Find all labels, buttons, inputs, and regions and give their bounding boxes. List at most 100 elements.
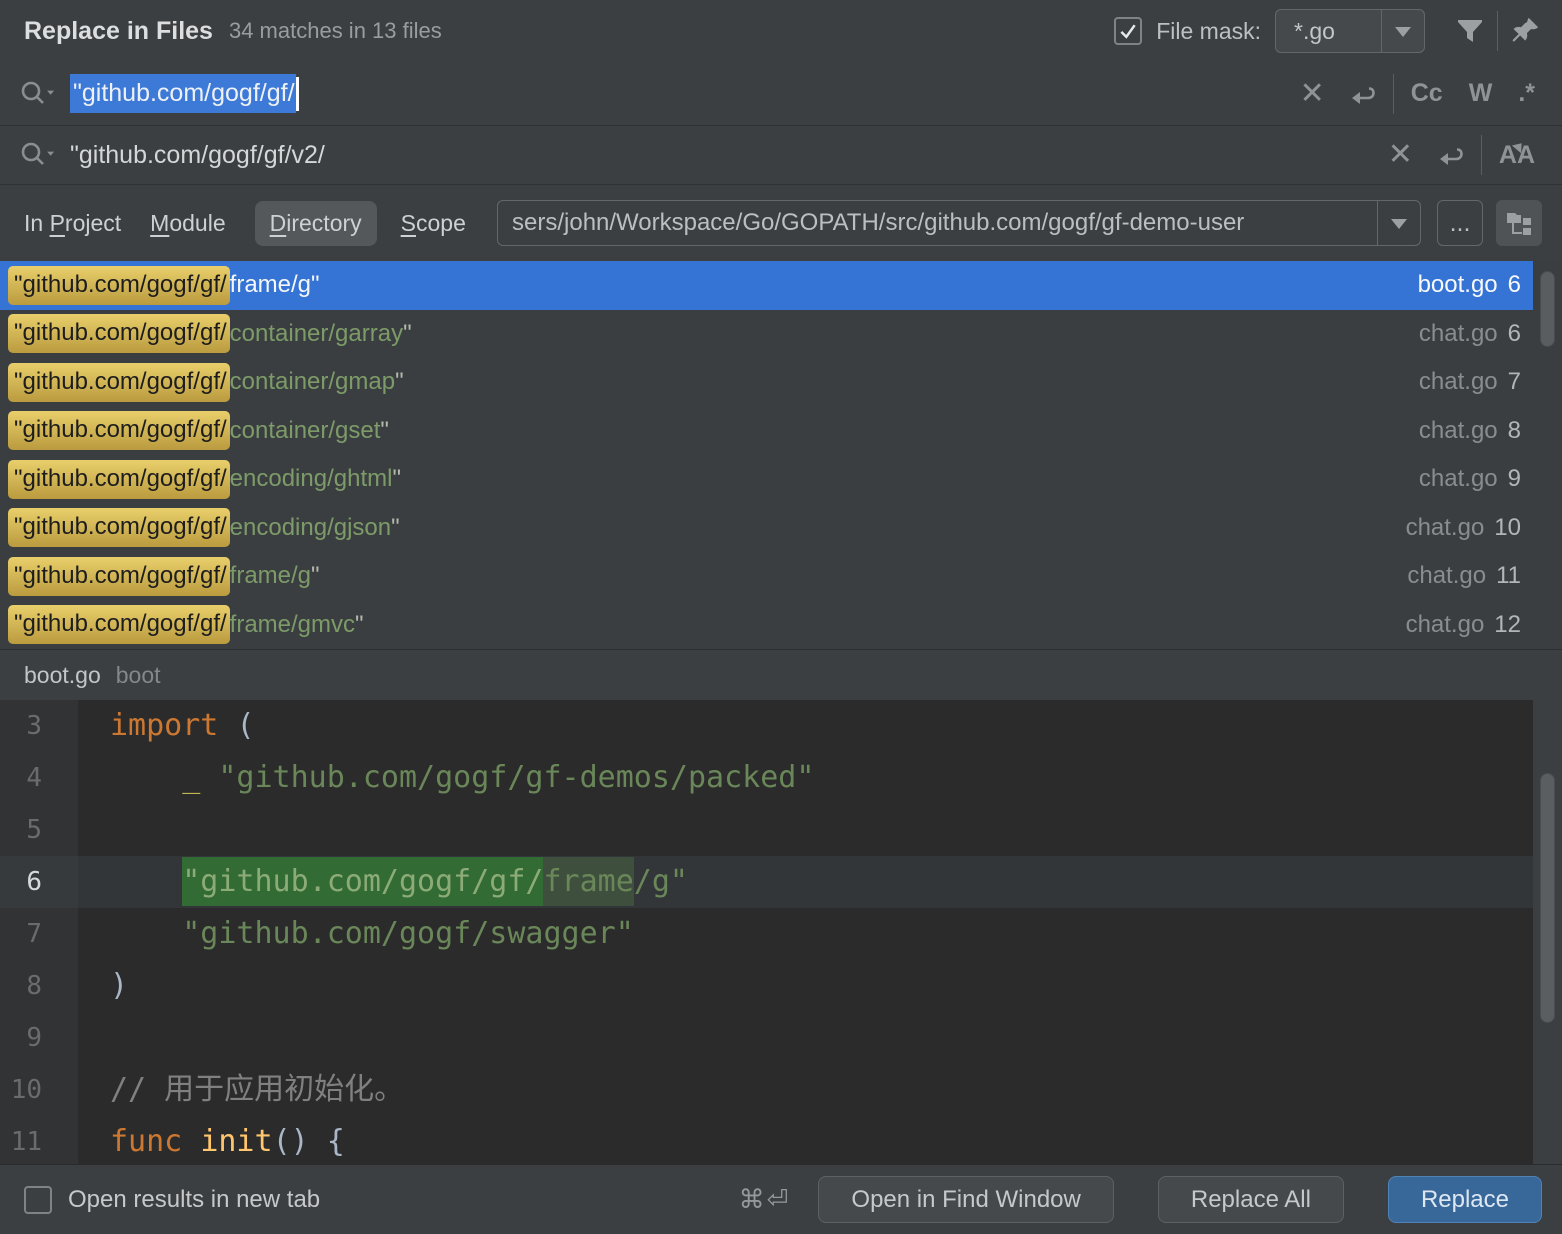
cmd-enter-shortcut: ⌘⏎	[739, 1185, 791, 1215]
result-row[interactable]: "github.com/gogf/gf/container/gmap"chat.…	[0, 358, 1533, 407]
scope-option-module[interactable]: Module	[150, 210, 225, 237]
gutter-line-number: 7	[0, 908, 78, 960]
result-row[interactable]: "github.com/gogf/gf/frame/g"chat.go11	[0, 552, 1533, 601]
search-icon[interactable]	[14, 78, 60, 110]
result-row[interactable]: "github.com/gogf/gf/encoding/gjson" chat.…	[0, 504, 1533, 553]
match-highlight: "github.com/gogf/gf/	[8, 363, 230, 402]
code-text	[78, 1012, 1562, 1064]
code-lines: 3import (4 _ "github.com/gogf/gf-demos/p…	[0, 700, 1562, 1164]
line-number: 6	[1508, 271, 1521, 298]
preserve-case-toggle-icon[interactable]: AA	[1486, 141, 1548, 170]
directory-path-combo[interactable]: sers/john/Workspace/Go/GOPATH/src/github…	[497, 200, 1421, 246]
directory-path-value: sers/john/Workspace/Go/GOPATH/src/github…	[498, 209, 1377, 237]
clear-search-icon[interactable]: ✕	[1288, 79, 1337, 109]
file-name: boot.go	[1418, 271, 1498, 298]
replace-newline-icon[interactable]	[1425, 142, 1477, 168]
preview-editor[interactable]: 3import (4 _ "github.com/gogf/gf-demos/p…	[0, 700, 1562, 1164]
match-rest-text: container/gmap	[230, 368, 395, 396]
match-rest-text: encoding/gjson	[230, 514, 391, 542]
line-number: 12	[1494, 611, 1521, 638]
pin-icon[interactable]	[1502, 9, 1548, 53]
code-line: 9	[0, 1012, 1562, 1064]
preview-file-name: boot.go	[24, 662, 101, 689]
file-name: chat.go	[1406, 611, 1485, 638]
line-number: 6	[1508, 320, 1521, 347]
result-row[interactable]: "github.com/gogf/gf/frame/g"boot.go6	[0, 261, 1533, 310]
code-text: func init() {	[78, 1116, 1562, 1164]
match-rest-text: frame/g	[230, 562, 311, 590]
closing-quote: "	[380, 417, 389, 445]
clear-replace-icon[interactable]: ✕	[1376, 140, 1425, 170]
whole-words-toggle-icon[interactable]: W	[1456, 79, 1506, 108]
closing-quote: "	[391, 514, 400, 542]
open-results-label: Open results in new tab	[68, 1186, 320, 1214]
regex-toggle-icon[interactable]: .*	[1505, 79, 1548, 108]
gutter-line-number: 11	[0, 1116, 78, 1164]
code-text: import (	[78, 700, 1562, 752]
dialog-title: Replace in Files	[24, 17, 213, 46]
text-caret	[296, 77, 299, 111]
replace-all-button[interactable]: Replace All	[1158, 1176, 1344, 1223]
match-rest-text: encoding/ghtml	[230, 465, 393, 493]
replace-search-icon[interactable]	[14, 139, 60, 171]
match-summary: 34 matches in 13 files	[229, 18, 442, 44]
project-structure-icon[interactable]	[1496, 200, 1542, 246]
gutter-line-number: 6	[0, 856, 78, 908]
match-highlight: "github.com/gogf/gf/	[8, 605, 230, 644]
replace-field-row: "github.com/gogf/gf/v2/ ✕ AA	[0, 126, 1562, 185]
file-mask-combo[interactable]: *.go	[1275, 9, 1425, 53]
path-chevron-down-icon[interactable]	[1377, 201, 1420, 245]
gutter-line-number: 10	[0, 1064, 78, 1116]
footer-buttons: Open in Find Window Replace All Replace	[818, 1176, 1542, 1223]
scope-option-directory[interactable]: Directory	[255, 201, 377, 246]
match-rest-text: container/garray	[230, 320, 403, 348]
match-rest-text: frame/g	[230, 271, 311, 299]
result-row[interactable]: "github.com/gogf/gf/container/garray"cha…	[0, 310, 1533, 359]
scope-row: In Project Module Directory Scope sers/john…	[0, 185, 1562, 261]
closing-quote: "	[355, 611, 364, 639]
editor-scrollbar-track	[1533, 700, 1562, 1164]
open-results-checkbox[interactable]	[24, 1186, 52, 1214]
match-case-toggle-icon[interactable]: Cc	[1398, 79, 1456, 108]
code-line: 5	[0, 804, 1562, 856]
chevron-down-icon[interactable]	[1381, 10, 1424, 52]
scope-options: In Project Module Directory Scope	[24, 201, 495, 246]
scope-option-project[interactable]: In Project	[24, 210, 121, 237]
file-reference: chat.go10	[1406, 514, 1521, 542]
match-highlight: "github.com/gogf/gf/	[8, 314, 230, 353]
newline-icon[interactable]	[1337, 81, 1389, 107]
replace-button[interactable]: Replace	[1388, 1176, 1542, 1223]
code-text: // 用于应用初始化。	[78, 1064, 1562, 1116]
scope-option-scope[interactable]: Scope	[401, 210, 466, 237]
file-reference: chat.go6	[1419, 320, 1521, 348]
results-list: "github.com/gogf/gf/frame/g"boot.go6"git…	[0, 261, 1562, 649]
replace-in-files-dialog: Replace in Files 34 matches in 13 files …	[0, 0, 1562, 1234]
editor-scrollbar-thumb[interactable]	[1540, 773, 1555, 1023]
line-number: 10	[1494, 514, 1521, 541]
filter-icon[interactable]	[1447, 9, 1493, 53]
result-row[interactable]: "github.com/gogf/gf/container/gset"chat.…	[0, 407, 1533, 456]
code-line: 3import (	[0, 700, 1562, 752]
line-number: 7	[1508, 368, 1521, 395]
match-rest-text: frame/gmvc	[230, 611, 355, 639]
replace-input[interactable]: "github.com/gogf/gf/v2/	[70, 141, 1376, 170]
file-reference: chat.go9	[1419, 465, 1521, 493]
header-controls: File mask: *.go	[1114, 9, 1548, 53]
search-input[interactable]: "github.com/gogf/gf/	[70, 74, 1288, 113]
file-mask-checkbox[interactable]	[1114, 17, 1142, 45]
code-line: 10// 用于应用初始化。	[0, 1064, 1562, 1116]
result-row[interactable]: "github.com/gogf/gf/encoding/ghtml"chat.…	[0, 455, 1533, 504]
file-reference: chat.go7	[1419, 368, 1521, 396]
search-row-controls: ✕ Cc W .*	[1288, 74, 1548, 114]
file-name: chat.go	[1419, 417, 1498, 444]
results-scrollbar-thumb[interactable]	[1540, 271, 1555, 347]
code-line: 11func init() {	[0, 1116, 1562, 1164]
result-row[interactable]: "github.com/gogf/gf/frame/gmvc" chat.go 12	[0, 601, 1533, 650]
open-in-find-window-button[interactable]: Open in Find Window	[818, 1176, 1113, 1223]
browse-directory-button[interactable]: ...	[1437, 200, 1483, 246]
match-rest-text: container/gset	[230, 417, 381, 445]
gutter-line-number: 9	[0, 1012, 78, 1064]
match-highlight: "github.com/gogf/gf/	[8, 508, 230, 547]
match-highlight: "github.com/gogf/gf/	[8, 266, 230, 305]
gutter-line-number: 5	[0, 804, 78, 856]
